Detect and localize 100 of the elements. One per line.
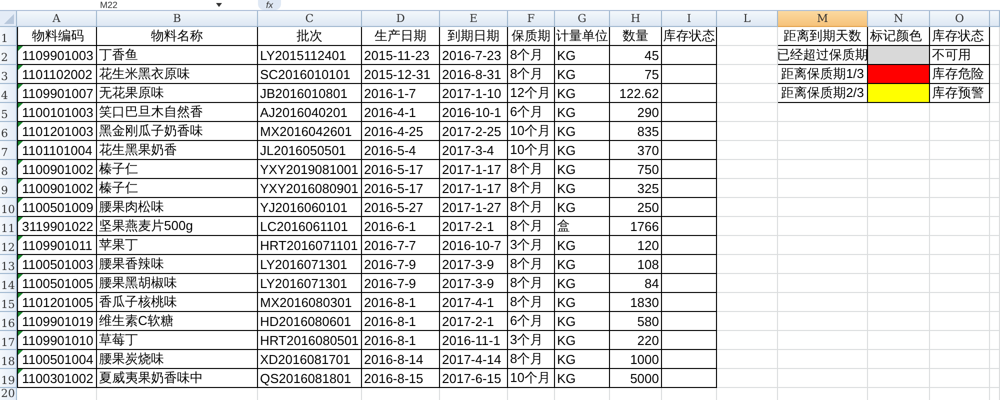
- empty-cell: [717, 141, 778, 160]
- table-cell: YXY2019081001: [258, 160, 362, 179]
- row-header[interactable]: 1: [0, 27, 17, 46]
- table-cell: JB2016010801: [258, 84, 362, 103]
- table-cell: 1101102002: [17, 65, 97, 84]
- empty-cell: [930, 141, 990, 160]
- table-cell: 计量单位: [555, 27, 610, 46]
- empty-cell: [717, 198, 778, 217]
- table-cell: 2016-7-9: [362, 255, 440, 274]
- row-header[interactable]: 2: [0, 46, 17, 65]
- row-header[interactable]: 16: [0, 312, 17, 331]
- table-cell: 物料编码: [17, 27, 97, 46]
- row-header[interactable]: 19: [0, 369, 17, 388]
- table-cell: 8个月: [508, 65, 555, 84]
- row-header[interactable]: 14: [0, 274, 17, 293]
- function-button[interactable]: fx: [258, 0, 282, 10]
- empty-cell: [868, 331, 930, 350]
- table-cell: 2017-1-17: [440, 179, 508, 198]
- column-header[interactable]: O: [930, 11, 990, 27]
- table-cell: 2016-10-1: [440, 103, 508, 122]
- table-cell: LY2016071301: [258, 255, 362, 274]
- row-header[interactable]: 4: [0, 84, 17, 103]
- column-header[interactable]: A: [17, 11, 97, 27]
- empty-cell: [990, 274, 1000, 293]
- table-cell: 坚果燕麦片500g: [97, 217, 258, 236]
- table-cell: 370: [610, 141, 662, 160]
- caret-icon[interactable]: [216, 3, 222, 7]
- column-header[interactable]: C: [258, 11, 362, 27]
- empty-cell: [662, 331, 717, 350]
- empty-cell: [990, 179, 1000, 198]
- table-cell: 1109901007: [17, 84, 97, 103]
- row-header[interactable]: 8: [0, 160, 17, 179]
- table-cell: JL2016050501: [258, 141, 362, 160]
- table-cell: 8个月: [508, 274, 555, 293]
- table-cell: 1100101003: [17, 103, 97, 122]
- table-cell: HD2016080601: [258, 312, 362, 331]
- table-cell: 3个月: [508, 331, 555, 350]
- table-cell: 2016-6-1: [362, 217, 440, 236]
- table-cell: LC2016061101: [258, 217, 362, 236]
- name-box[interactable]: M22: [100, 0, 210, 10]
- table-cell: 2017-4-1: [440, 293, 508, 312]
- empty-cell: [717, 65, 778, 84]
- column-header[interactable]: [990, 11, 1000, 27]
- row-header[interactable]: 13: [0, 255, 17, 274]
- empty-cell: [930, 312, 990, 331]
- table-cell: 5000: [610, 369, 662, 388]
- empty-cell: [990, 293, 1000, 312]
- column-header[interactable]: F: [508, 11, 555, 27]
- table-cell: HRT2016071101: [258, 236, 362, 255]
- select-all-button[interactable]: [0, 11, 17, 27]
- table-cell: 10个月: [508, 141, 555, 160]
- empty-cell: [662, 103, 717, 122]
- table-cell: 2016-8-1: [362, 312, 440, 331]
- row-header[interactable]: 12: [0, 236, 17, 255]
- table-cell: 2017-1-27: [440, 198, 508, 217]
- empty-cell: [990, 198, 1000, 217]
- table-cell: KG: [555, 84, 610, 103]
- table-cell: 2016-10-7: [440, 236, 508, 255]
- table-cell: 2016-7-23: [440, 46, 508, 65]
- empty-cell: [990, 331, 1000, 350]
- table-cell: 1109901019: [17, 312, 97, 331]
- column-header[interactable]: M: [778, 11, 868, 27]
- legend-status: 库存危险: [930, 65, 990, 84]
- table-cell: 数量: [610, 27, 662, 46]
- column-header[interactable]: I: [662, 11, 717, 27]
- row-header[interactable]: 3: [0, 65, 17, 84]
- column-header[interactable]: G: [555, 11, 610, 27]
- empty-cell: [717, 122, 778, 141]
- table-cell: 12个月: [508, 84, 555, 103]
- empty-cell: [930, 122, 990, 141]
- row-header[interactable]: 10: [0, 198, 17, 217]
- empty-cell: [662, 160, 717, 179]
- legend-header: 库存状态: [930, 27, 990, 46]
- row-header[interactable]: 17: [0, 331, 17, 350]
- row-header[interactable]: 18: [0, 350, 17, 369]
- table-cell: KG: [555, 160, 610, 179]
- empty-cell: [662, 274, 717, 293]
- row-header[interactable]: 11: [0, 217, 17, 236]
- column-header[interactable]: E: [440, 11, 508, 27]
- row-header[interactable]: 6: [0, 122, 17, 141]
- table-cell: 2017-1-10: [440, 84, 508, 103]
- row-header[interactable]: 20: [0, 388, 17, 400]
- column-header[interactable]: H: [610, 11, 662, 27]
- table-cell: 2016-8-1: [362, 293, 440, 312]
- column-header[interactable]: D: [362, 11, 440, 27]
- empty-cell: [868, 369, 930, 388]
- table-cell: 8个月: [508, 217, 555, 236]
- column-header[interactable]: L: [717, 11, 778, 27]
- table-cell: KG: [555, 122, 610, 141]
- row-header[interactable]: 7: [0, 141, 17, 160]
- row-header[interactable]: 5: [0, 103, 17, 122]
- empty-cell: [990, 160, 1000, 179]
- empty-cell: [717, 350, 778, 369]
- column-header[interactable]: N: [868, 11, 930, 27]
- empty-cell: [990, 312, 1000, 331]
- column-header[interactable]: B: [97, 11, 258, 27]
- row-header[interactable]: 15: [0, 293, 17, 312]
- legend-header: 距离到期天数: [778, 27, 868, 46]
- legend-status: 库存预警: [930, 84, 990, 103]
- row-header[interactable]: 9: [0, 179, 17, 198]
